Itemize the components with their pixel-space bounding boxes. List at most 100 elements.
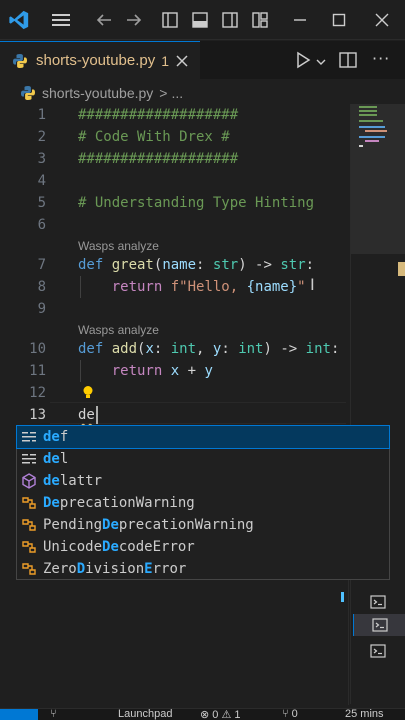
time-status[interactable]: 25 mins xyxy=(345,709,384,720)
code-line: 9 xyxy=(0,298,348,320)
code-line: 4 xyxy=(0,170,348,192)
maximize-icon[interactable] xyxy=(327,0,351,40)
code-line: 1 ################### xyxy=(0,104,348,126)
suggestion-item[interactable]: DeprecationWarning xyxy=(17,492,389,514)
suggestion-item[interactable]: delattr xyxy=(17,470,389,492)
split-editor-icon[interactable] xyxy=(338,51,358,73)
code-line: 8 return f"Hello, {name}" xyxy=(0,276,348,298)
code-text: # Understanding Type Hinting xyxy=(78,195,315,211)
minimap-line xyxy=(365,130,387,132)
launchpad-label[interactable]: Launchpad xyxy=(118,709,172,720)
code-line: 13 de xyxy=(0,404,348,426)
suggestion-item[interactable]: del xyxy=(17,448,389,470)
code-text: ################### xyxy=(78,107,239,123)
suggestion-item[interactable]: PendingDeprecationWarning xyxy=(17,514,389,536)
suggestion-label: ZeroDivisionError xyxy=(43,561,187,577)
customize-layout-icon[interactable] xyxy=(248,0,272,40)
arrow-left-icon[interactable] xyxy=(92,0,116,40)
more-actions-icon[interactable]: ··· xyxy=(372,49,390,68)
line-number: 13 xyxy=(29,407,46,423)
minimize-icon[interactable] xyxy=(288,0,312,40)
code-line: 6 xyxy=(0,214,348,236)
problems-status[interactable]: ⊗ 0 ⚠ 1 xyxy=(200,709,240,720)
code-text: def add(x: int, y: int) -> int: xyxy=(78,341,340,357)
codelens-wasps-analyze[interactable]: Wasps analyze xyxy=(78,237,159,255)
source-control-icon[interactable]: ⑂ xyxy=(50,709,57,720)
class-icon xyxy=(22,519,36,531)
code-line: 7 def great(name: str) -> str: xyxy=(0,254,348,276)
line-number: 5 xyxy=(37,195,46,211)
suggestion-label: def xyxy=(43,429,69,445)
suggestion-item[interactable]: UnicodeDecodeError xyxy=(17,536,389,558)
line-number: 1 xyxy=(37,107,46,123)
keyword-icon xyxy=(22,454,36,464)
vscode-logo-icon xyxy=(4,0,34,40)
line-number: 7 xyxy=(37,257,46,273)
python-file-icon xyxy=(13,53,27,68)
run-python-file-icon[interactable] xyxy=(295,51,311,73)
code-text: return x + y xyxy=(111,363,213,379)
suggestion-item[interactable]: ZeroDivisionError xyxy=(17,558,389,580)
hamburger-menu-icon[interactable] xyxy=(48,0,74,40)
suggestion-label: del xyxy=(43,451,69,467)
text-cursor xyxy=(96,406,98,424)
terminal-cursor xyxy=(341,592,344,602)
breadcrumb-separator: > xyxy=(159,85,168,101)
toggle-primary-sidebar-icon[interactable] xyxy=(158,0,182,40)
terminal-icon[interactable] xyxy=(353,614,405,636)
scrollbar-warning-marker xyxy=(398,262,405,276)
line-number: 8 xyxy=(37,279,46,295)
minimap-line xyxy=(359,114,377,116)
tab-label: shorts-youtube.py xyxy=(36,52,156,69)
minimap-line xyxy=(365,140,379,142)
code-line: 2 # Code With Drex # xyxy=(0,126,348,148)
code-text: # Code With Drex # xyxy=(78,129,230,145)
suggestion-label: delattr xyxy=(43,473,103,489)
problem-count-badge: 1 xyxy=(161,52,170,69)
chevron-down-icon[interactable] xyxy=(316,53,326,72)
class-icon xyxy=(22,497,36,509)
minimap-line xyxy=(359,106,377,108)
line-number: 3 xyxy=(37,151,46,167)
breadcrumb-file[interactable]: shorts-youtube.py xyxy=(42,85,153,101)
codelens-wasps-analyze[interactable]: Wasps analyze xyxy=(78,321,159,339)
text-cursor-icon: I xyxy=(310,275,315,294)
arrow-right-icon[interactable] xyxy=(122,0,146,40)
ports-status[interactable]: ⑂ 0 xyxy=(282,709,298,720)
line-number: 11 xyxy=(29,363,46,379)
suggestion-label: PendingDeprecationWarning xyxy=(43,517,254,533)
tab-shorts-youtube[interactable]: shorts-youtube.py 1 xyxy=(0,41,200,79)
remote-indicator[interactable] xyxy=(0,709,38,720)
toggle-secondary-sidebar-icon[interactable] xyxy=(218,0,242,40)
code-text: return f"Hello, {name}" xyxy=(111,279,306,295)
line-number: 2 xyxy=(37,129,46,145)
minimap-line xyxy=(359,145,363,147)
python-file-icon xyxy=(21,86,35,100)
close-icon[interactable] xyxy=(370,0,394,40)
terminal-icon[interactable] xyxy=(364,640,392,662)
terminal-icon[interactable] xyxy=(364,591,392,613)
line-number: 10 xyxy=(29,341,46,357)
close-tab-icon[interactable] xyxy=(172,51,192,71)
keyword-icon xyxy=(22,432,36,442)
minimap-line xyxy=(359,136,385,138)
suggestion-label: UnicodeDecodeError xyxy=(43,539,195,555)
editor-tab-bar: shorts-youtube.py 1 ··· xyxy=(0,41,405,79)
toggle-panel-icon[interactable] xyxy=(188,0,212,40)
code-editor[interactable]: 1 ################### 2 # Code With Drex… xyxy=(0,104,348,704)
breadcrumb: shorts-youtube.py > ... xyxy=(0,80,405,106)
breadcrumb-more[interactable]: ... xyxy=(171,85,183,101)
suggestion-label: DeprecationWarning xyxy=(43,495,195,511)
status-bar: ⑂ Launchpad ⊗ 0 ⚠ 1 ⑂ 0 25 mins xyxy=(0,708,405,720)
minimap-line xyxy=(359,126,385,128)
line-number: 9 xyxy=(37,301,46,317)
line-number: 4 xyxy=(37,173,46,189)
code-text: def great(name: str) -> str: xyxy=(78,257,315,273)
code-line: 3 ################### xyxy=(0,148,348,170)
lightbulb-icon[interactable] xyxy=(81,385,95,399)
code-text: ################### xyxy=(78,151,239,167)
suggestion-item[interactable]: def xyxy=(16,425,390,449)
code-line: 10 def add(x: int, y: int) -> int: xyxy=(0,338,348,360)
minimap-line xyxy=(359,110,377,112)
title-bar xyxy=(0,0,405,40)
